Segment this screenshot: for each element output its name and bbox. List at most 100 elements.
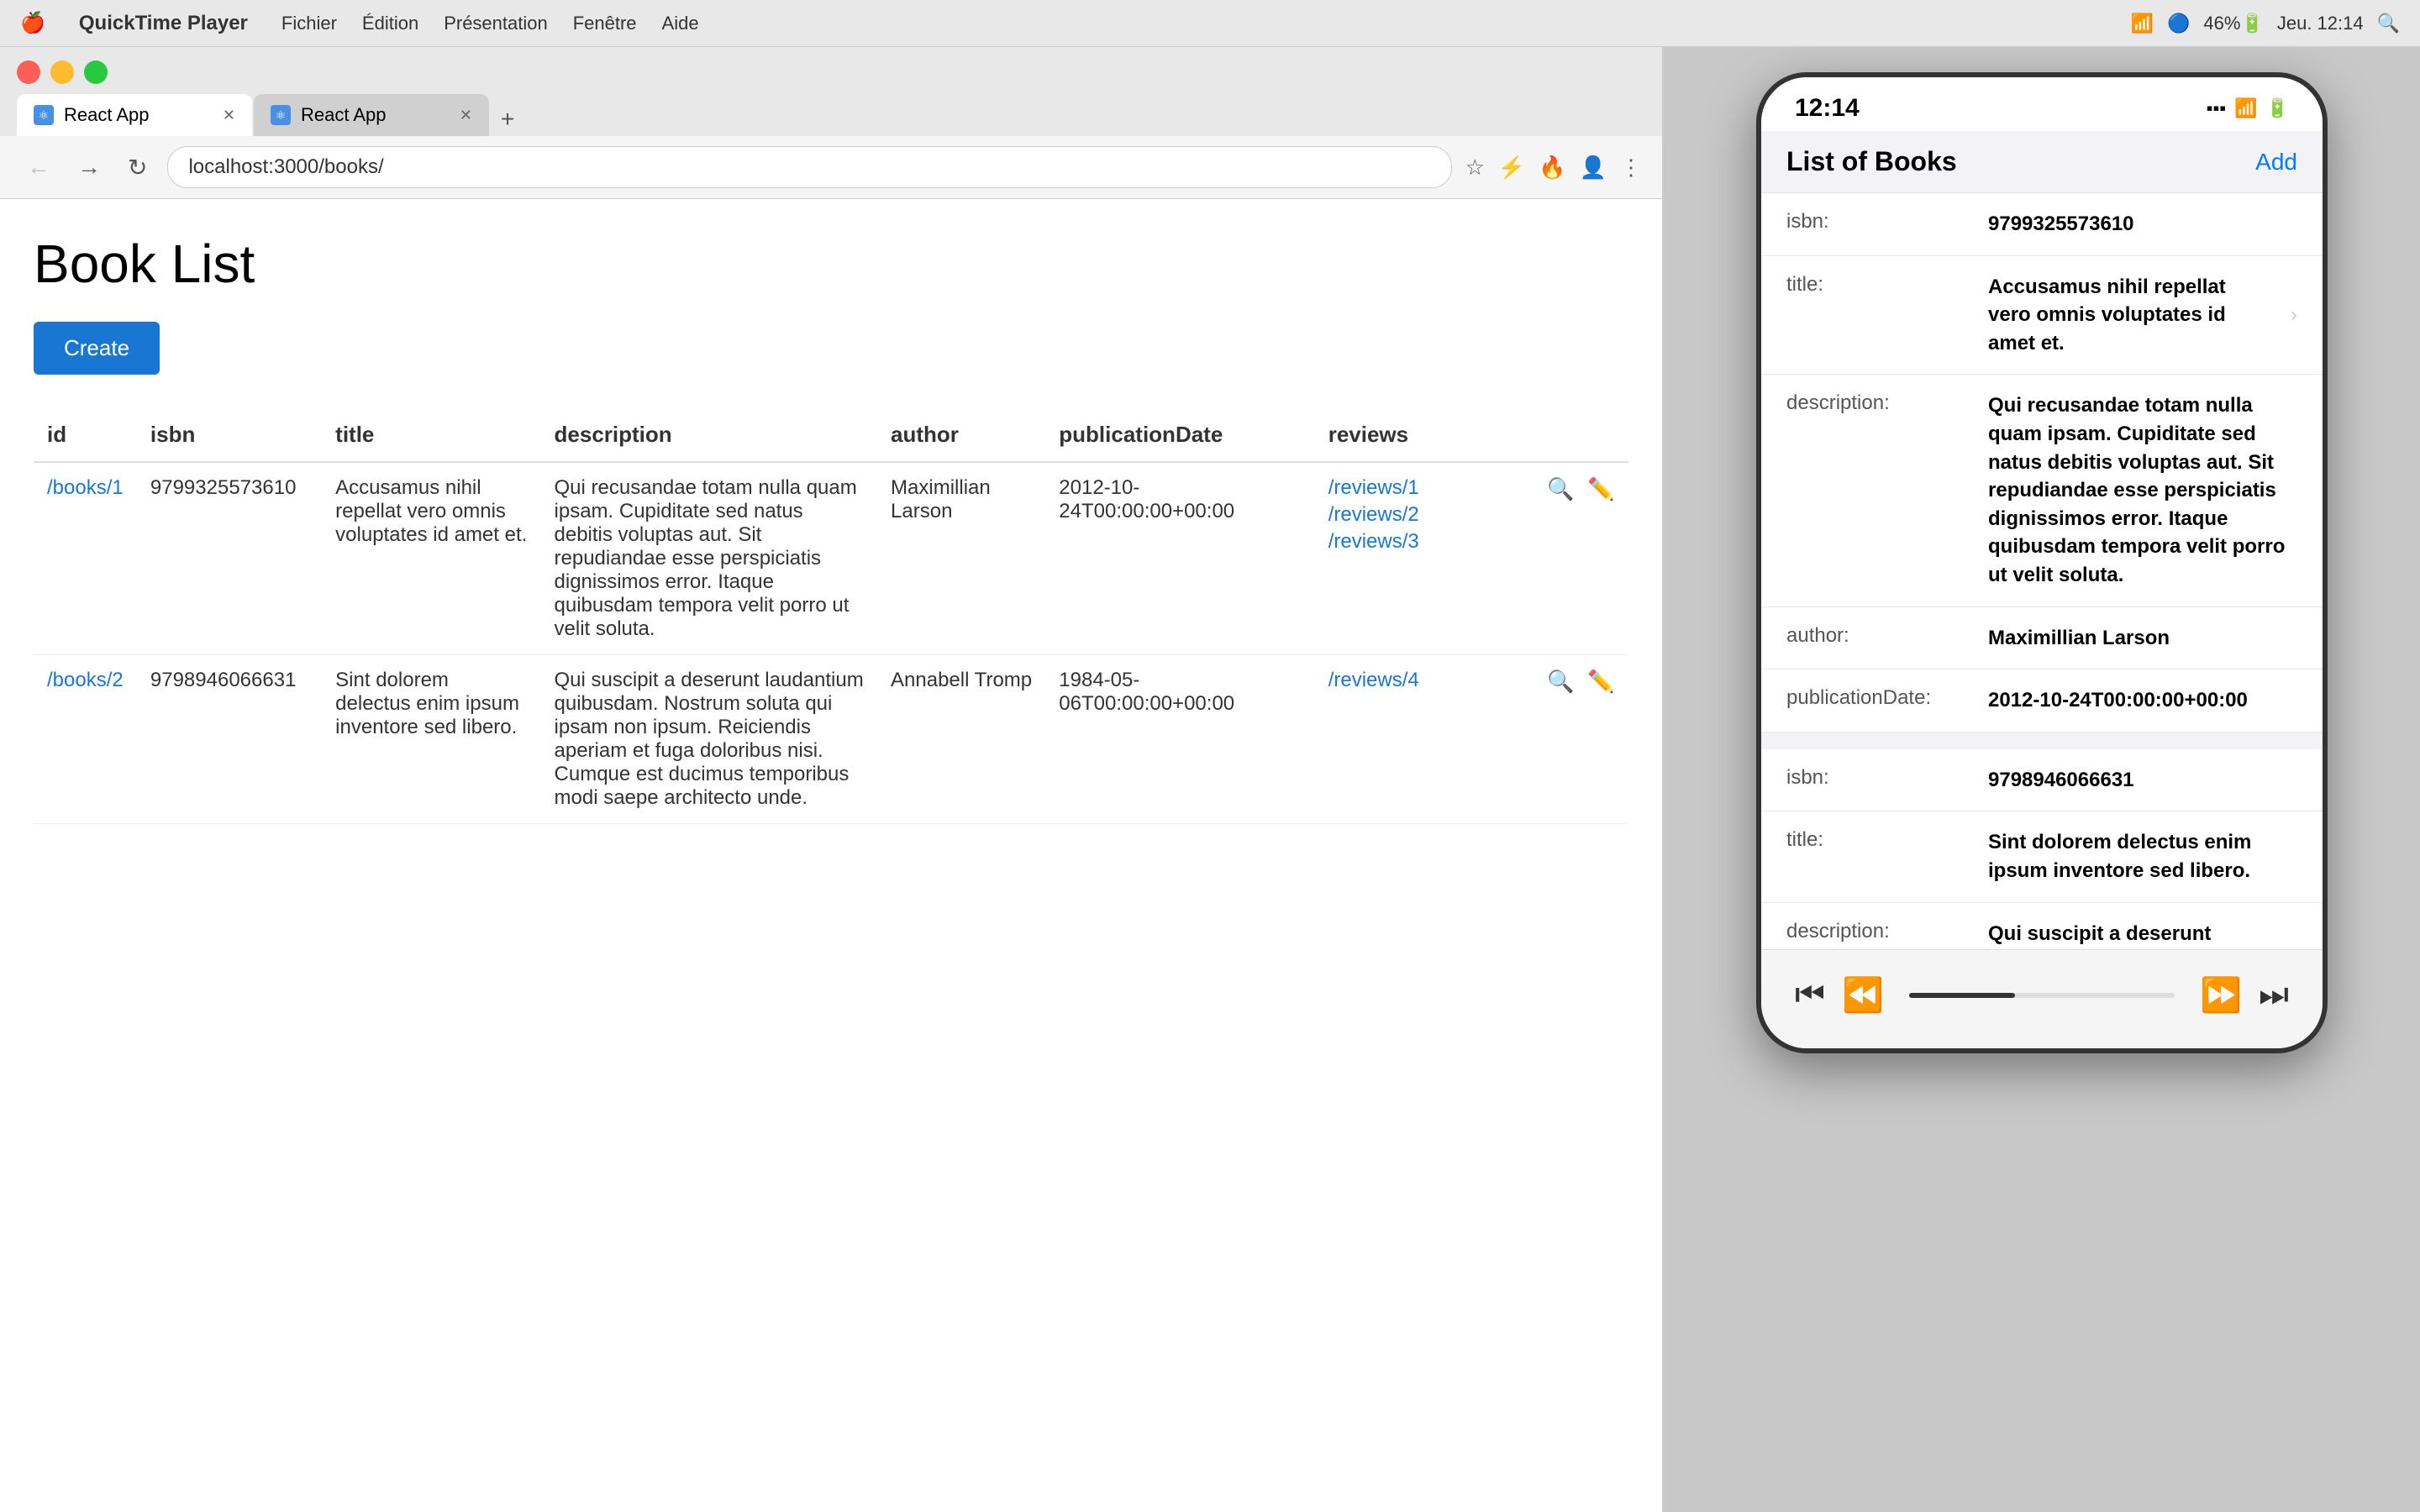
phone-field-title1: title: Accusamus nihil repellat vero omn…	[1761, 256, 2323, 375]
row1-reviews: /reviews/1 /reviews/2 /reviews/3	[1315, 462, 1534, 655]
phone-pubdate1-label: publicationDate:	[1786, 686, 1971, 715]
row1-id: /books/1	[34, 462, 137, 655]
col-header-pubdate: publicationDate	[1045, 408, 1314, 462]
tab-2-close[interactable]: ✕	[460, 107, 472, 124]
extension-icon[interactable]: ⚡	[1498, 155, 1525, 181]
phone-title1-label: title:	[1786, 273, 1971, 358]
row1-review1-link[interactable]: /reviews/1	[1328, 476, 1520, 500]
fullscreen-window-button[interactable]	[84, 60, 108, 84]
menu-icon[interactable]: ⋮	[1620, 155, 1642, 181]
row2-title: Sint dolorem delectus enim ipsum invento…	[322, 655, 540, 824]
row1-description: Qui recusandae totam nulla quam ipsam. C…	[541, 462, 878, 655]
skip-forward-button[interactable]: ⏭	[2250, 968, 2297, 1022]
menu-fichier[interactable]: Fichier	[281, 13, 337, 34]
menu-presentation[interactable]: Présentation	[444, 13, 548, 34]
minimize-window-button[interactable]	[50, 60, 74, 84]
search-icon[interactable]: 🔍	[2377, 13, 2400, 34]
skip-back-button[interactable]: ⏮	[1786, 968, 1833, 1022]
row1-search-icon[interactable]: 🔍	[1547, 476, 1574, 502]
phone-battery-icon: 🔋	[2266, 97, 2289, 119]
phone-pubdate1-value: 2012-10-24T00:00:00+00:00	[1988, 686, 2297, 715]
book-table: id isbn title description author publica…	[34, 408, 1628, 824]
tab-2-label: React App	[301, 104, 387, 126]
phone-field-author1: author: Maximillian Larson	[1761, 607, 2323, 670]
row2-review1-link[interactable]: /reviews/4	[1328, 669, 1520, 692]
phone-description2-value: Qui suscipit a deserunt laudantium quibu…	[1988, 920, 2297, 950]
phone-description2-label: description:	[1786, 920, 1971, 950]
phone-progress-bar	[1909, 993, 2175, 998]
phone-bottom-bar: ⏮ ⏪ ⏩ ⏭	[1761, 949, 2323, 1048]
row1-isbn: 9799325573610	[137, 462, 322, 655]
row2-actions: 🔍 ✏️	[1534, 655, 1628, 824]
row1-review3-link[interactable]: /reviews/3	[1328, 530, 1520, 554]
menu-aide[interactable]: Aide	[662, 13, 699, 34]
row2-id-link[interactable]: /books/2	[47, 669, 124, 691]
phone-field-title2: title: Sint dolorem delectus enim ipsum …	[1761, 811, 2323, 902]
browser-toolbar-icons: ☆ ⚡ 🔥 👤 ⋮	[1465, 155, 1642, 181]
app-name: QuickTime Player	[79, 12, 248, 35]
battery-icon: 46%🔋	[2203, 13, 2263, 34]
phone-title2-label: title:	[1786, 828, 1971, 885]
phone-field-isbn1: isbn: 9799325573610	[1761, 193, 2323, 256]
row1-id-link[interactable]: /books/1	[47, 476, 124, 499]
account-icon[interactable]: 👤	[1580, 155, 1607, 181]
row1-author: Maximillian Larson	[877, 462, 1045, 655]
phone-wifi-icon: 📶	[2234, 97, 2257, 119]
tab-1-close[interactable]: ✕	[223, 107, 235, 124]
phone-description1-value: Qui recusandae totam nulla quam ipsam. C…	[1988, 391, 2297, 589]
row1-review2-link[interactable]: /reviews/2	[1328, 503, 1520, 527]
row2-reviews: /reviews/4	[1315, 655, 1534, 824]
phone-content: isbn: 9799325573610 title: Accusamus nih…	[1761, 193, 2323, 949]
address-input[interactable]	[167, 146, 1451, 188]
phone-device: 12:14 ▪▪▪ 📶 🔋 List of Books Add isbn: 97…	[1756, 72, 2328, 1053]
col-header-id: id	[34, 408, 137, 462]
back-control-button[interactable]: ⏪	[1833, 967, 1892, 1023]
tab-2-favicon: ⚛	[271, 105, 291, 125]
browser-tabs: ⚛ React App ✕ ⚛ React App ✕ +	[17, 94, 1645, 136]
create-button[interactable]: Create	[34, 322, 160, 375]
phone-field-description2: description: Qui suscipit a deserunt lau…	[1761, 903, 2323, 950]
phone-separator	[1761, 732, 2323, 749]
browser-window: ⚛ React App ✕ ⚛ React App ✕ + ← → ↻ ☆ ⚡	[0, 47, 1664, 1512]
page-title: Book List	[34, 233, 1628, 295]
tab-2[interactable]: ⚛ React App ✕	[254, 94, 489, 136]
table-row: /books/2 9798946066631 Sint dolorem dele…	[34, 655, 1628, 824]
bookmark-icon[interactable]: ☆	[1465, 155, 1485, 181]
row1-pubdate: 2012-10-24T00:00:00+00:00	[1045, 462, 1314, 655]
close-window-button[interactable]	[17, 60, 40, 84]
row1-reviews-links: /reviews/1 /reviews/2 /reviews/3	[1328, 476, 1520, 554]
row1-title: Accusamus nihil repellat vero omnis volu…	[322, 462, 540, 655]
phone-author1-value: Maximillian Larson	[1988, 624, 2297, 653]
new-tab-button[interactable]: +	[491, 102, 524, 136]
phone-panel: 12:14 ▪▪▪ 📶 🔋 List of Books Add isbn: 97…	[1664, 47, 2420, 1512]
reload-button[interactable]: ↻	[121, 150, 154, 185]
traffic-lights	[17, 60, 1645, 84]
menu-edition[interactable]: Édition	[362, 13, 418, 34]
forward-control-button[interactable]: ⏩	[2191, 967, 2250, 1023]
browser-chrome: ⚛ React App ✕ ⚛ React App ✕ +	[0, 47, 1662, 136]
row2-search-icon[interactable]: 🔍	[1547, 669, 1574, 695]
back-button[interactable]: ←	[20, 150, 57, 184]
phone-title1-value: Accusamus nihil repellat vero omnis volu…	[1988, 273, 2274, 358]
row2-edit-icon[interactable]: ✏️	[1587, 669, 1614, 695]
col-header-isbn: isbn	[137, 408, 322, 462]
bluetooth-icon: 🔵	[2167, 13, 2190, 34]
menu-fenetre[interactable]: Fenêtre	[573, 13, 637, 34]
tab-1[interactable]: ⚛ React App ✕	[17, 94, 252, 136]
row2-author: Annabell Tromp	[877, 655, 1045, 824]
phone-add-button[interactable]: Add	[2255, 149, 2297, 176]
row1-edit-icon[interactable]: ✏️	[1587, 476, 1614, 502]
forward-button[interactable]: →	[71, 150, 108, 184]
tab-1-favicon: ⚛	[34, 105, 54, 125]
phone-status-icons: ▪▪▪ 📶 🔋	[2207, 97, 2289, 119]
col-header-actions	[1534, 408, 1628, 462]
shield-icon[interactable]: 🔥	[1539, 155, 1565, 181]
row1-actions: 🔍 ✏️	[1534, 462, 1628, 655]
tab-1-label: React App	[64, 104, 150, 126]
row2-id: /books/2	[34, 655, 137, 824]
table-header-row: id isbn title description author publica…	[34, 408, 1628, 462]
wifi-icon: 📶	[2131, 13, 2154, 34]
phone-signal-icon: ▪▪▪	[2207, 97, 2226, 119]
apple-menu[interactable]: 🍎	[20, 11, 45, 35]
phone-progress-fill	[1909, 993, 2016, 998]
